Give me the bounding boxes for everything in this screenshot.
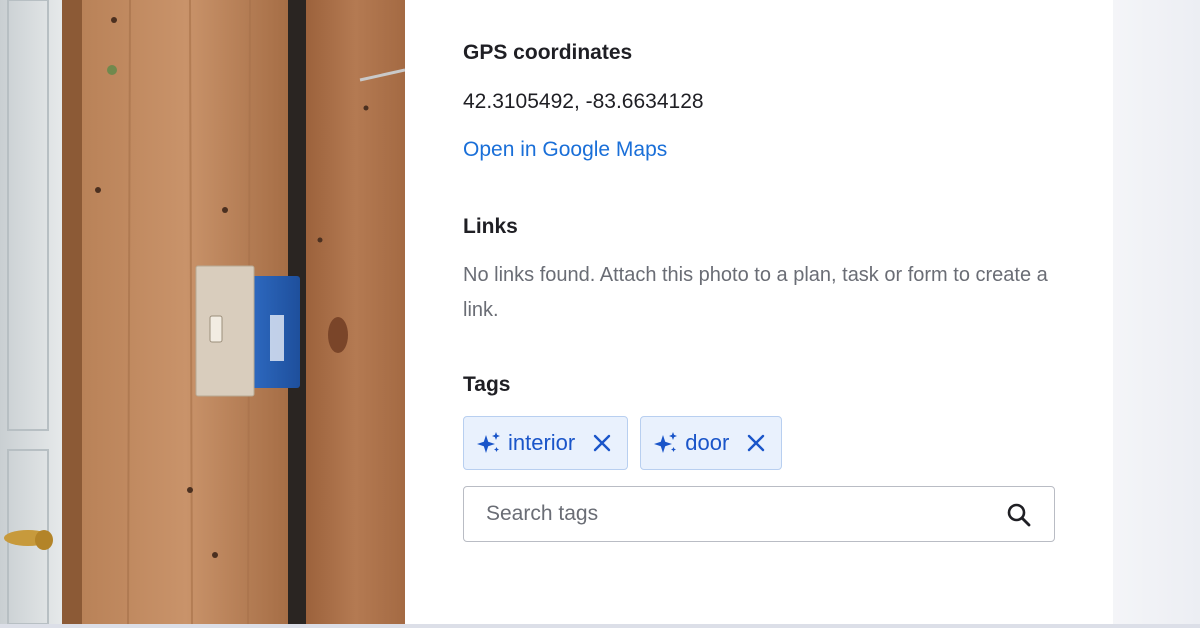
- search-icon[interactable]: [1006, 502, 1032, 528]
- ai-sparkle-icon: [654, 432, 678, 453]
- open-in-google-maps-link[interactable]: Open in Google Maps: [463, 138, 667, 162]
- photo-preview: [0, 0, 405, 624]
- details-panel: GPS coordinates 42.3105492, -83.6634128 …: [405, 0, 1113, 624]
- bottom-edge: [0, 624, 1200, 628]
- gps-coordinates-value: 42.3105492, -83.6634128: [463, 90, 704, 113]
- photo-image: [0, 0, 405, 624]
- close-icon[interactable]: [591, 432, 613, 454]
- search-tags-input[interactable]: [464, 487, 984, 540]
- tag-list: interior door: [463, 416, 783, 470]
- tag-label: door: [685, 430, 730, 455]
- gps-section-title: GPS coordinates: [463, 41, 633, 64]
- background-strip: [1113, 0, 1200, 624]
- close-icon[interactable]: [745, 432, 767, 454]
- links-section-title: Links: [463, 215, 518, 238]
- tag-label: interior: [508, 430, 576, 455]
- ai-sparkle-icon: [477, 432, 500, 453]
- photo-details-view: GPS coordinates 42.3105492, -83.6634128 …: [0, 0, 1200, 628]
- tags-section-title: Tags: [463, 373, 511, 396]
- tag-chip-door[interactable]: door: [640, 416, 783, 470]
- tag-search-box: [463, 486, 1055, 542]
- links-empty-message: No links found. Attach this photo to a p…: [463, 264, 1048, 321]
- tag-chip-interior[interactable]: interior: [463, 416, 629, 470]
